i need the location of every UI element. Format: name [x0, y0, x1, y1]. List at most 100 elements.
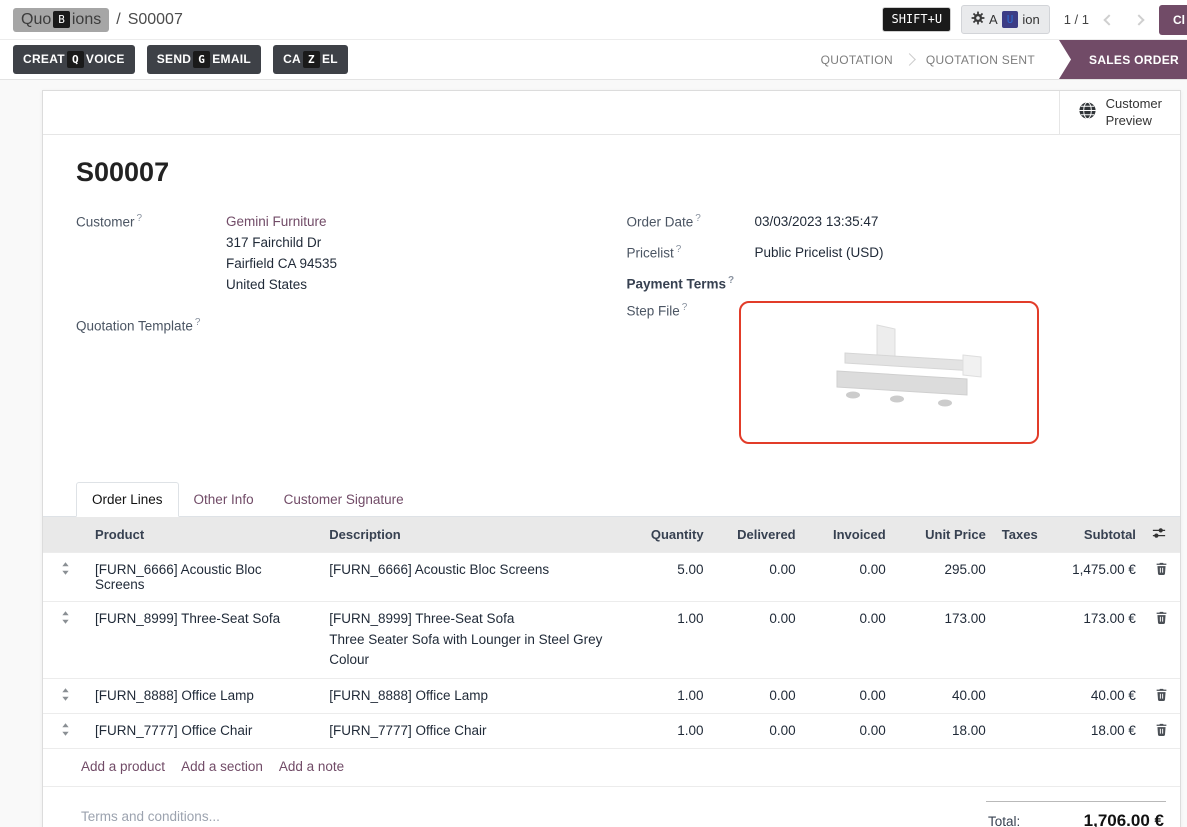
cell-quantity[interactable]: 1.00 [621, 679, 711, 714]
column-header-product[interactable]: Product [87, 517, 321, 553]
cancel-label-pre: CA [283, 52, 301, 66]
order-line-row[interactable]: [FURN_8888] Office Lamp [FURN_8888] Offi… [43, 679, 1180, 714]
cell-delivered[interactable]: 0.00 [712, 553, 804, 602]
customer-preview-line2: Preview [1106, 113, 1162, 129]
column-header-quantity[interactable]: Quantity [621, 517, 711, 553]
optional-columns-header [1144, 517, 1180, 553]
delete-row-icon[interactable] [1155, 562, 1168, 578]
cell-taxes[interactable] [994, 602, 1034, 679]
cell-invoiced[interactable]: 0.00 [804, 602, 894, 679]
pricelist-value[interactable]: Public Pricelist (USD) [755, 243, 1148, 264]
breadcrumb-parent-text-post: ions [72, 11, 101, 29]
tab-order-lines[interactable]: Order Lines [76, 482, 179, 517]
address-line: United States [226, 275, 597, 296]
cell-subtotal: 40.00 € [1034, 679, 1144, 714]
keyboard-hint-badge-z: Z [303, 51, 320, 68]
cell-unit-price[interactable]: 18.00 [894, 714, 994, 749]
breadcrumb-quotations-link[interactable]: Quo B ions [13, 8, 109, 32]
create-invoice-button[interactable]: CREAT Q VOICE [13, 45, 135, 74]
cell-unit-price[interactable]: 295.00 [894, 553, 994, 602]
cell-taxes[interactable] [994, 679, 1034, 714]
cancel-button[interactable]: CA Z EL [273, 45, 348, 74]
drag-handle-icon[interactable] [61, 562, 70, 578]
pager-next-button[interactable] [1129, 8, 1149, 32]
order-line-row[interactable]: [FURN_6666] Acoustic Bloc Screens [FURN_… [43, 553, 1180, 602]
add-a-product-link[interactable]: Add a product [81, 759, 165, 774]
statusbar-step-quotation[interactable]: QUOTATION [803, 40, 911, 79]
cell-taxes[interactable] [994, 553, 1034, 602]
order-line-row[interactable]: [FURN_8999] Three-Seat Sofa [FURN_8999] … [43, 602, 1180, 679]
delete-row-icon[interactable] [1155, 611, 1168, 627]
notebook-tabs: Order Lines Other Info Customer Signatur… [43, 482, 1180, 517]
customer-preview-button[interactable]: Customer Preview [1059, 91, 1180, 134]
cell-product[interactable]: [FURN_8999] Three-Seat Sofa [87, 602, 321, 679]
drag-handle-icon[interactable] [61, 723, 70, 739]
cell-product[interactable]: [FURN_6666] Acoustic Bloc Screens [87, 553, 321, 602]
drag-handle-icon[interactable] [61, 688, 70, 704]
cell-quantity[interactable]: 5.00 [621, 553, 711, 602]
cell-description[interactable]: [FURN_8999] Three-Seat Sofa Three Seater… [321, 602, 621, 679]
row-actions-cell [1144, 714, 1180, 749]
help-icon: ? [728, 275, 734, 286]
order-date-value[interactable]: 03/03/2023 13:35:47 [755, 212, 1148, 233]
column-header-taxes[interactable]: Taxes [994, 517, 1034, 553]
delete-row-icon[interactable] [1155, 723, 1168, 739]
cell-description[interactable]: [FURN_7777] Office Chair [321, 714, 621, 749]
step-file-image-highlighted[interactable] [739, 301, 1039, 444]
create-invoice-label-post: VOICE [86, 52, 125, 66]
drag-handle-icon[interactable] [61, 611, 70, 627]
total-label: Total: [988, 814, 1020, 827]
cell-description[interactable]: [FURN_6666] Acoustic Bloc Screens [321, 553, 621, 602]
cell-invoiced[interactable]: 0.00 [804, 553, 894, 602]
total-value: 1,706.00 € [1084, 811, 1164, 827]
field-row-quotation-template: Quotation Template? [76, 316, 597, 334]
row-handle-cell [43, 602, 87, 679]
cell-unit-price[interactable]: 173.00 [894, 602, 994, 679]
order-line-row[interactable]: [FURN_7777] Office Chair [FURN_7777] Off… [43, 714, 1180, 749]
row-actions-cell [1144, 553, 1180, 602]
field-row-pricelist: Pricelist? Public Pricelist (USD) [627, 243, 1148, 264]
cell-product[interactable]: [FURN_7777] Office Chair [87, 714, 321, 749]
cell-delivered[interactable]: 0.00 [712, 602, 804, 679]
cell-taxes[interactable] [994, 714, 1034, 749]
send-email-button[interactable]: SEND G EMAIL [147, 45, 261, 74]
cell-description[interactable]: [FURN_8888] Office Lamp [321, 679, 621, 714]
row-actions-cell [1144, 679, 1180, 714]
payment-terms-field[interactable] [755, 274, 1148, 292]
delete-row-icon[interactable] [1155, 688, 1168, 704]
column-header-invoiced[interactable]: Invoiced [804, 517, 894, 553]
cell-product[interactable]: [FURN_8888] Office Lamp [87, 679, 321, 714]
cell-unit-price[interactable]: 40.00 [894, 679, 994, 714]
field-groups: Customer? Gemini Furniture 317 Fairchild… [76, 212, 1147, 454]
column-header-description[interactable]: Description [321, 517, 621, 553]
column-header-unit-price[interactable]: Unit Price [894, 517, 994, 553]
optional-columns-toggle-icon[interactable] [1152, 526, 1166, 543]
quotation-template-field[interactable] [226, 316, 597, 334]
description-line1: [FURN_7777] Office Chair [329, 723, 613, 738]
close-button[interactable]: Cl [1159, 5, 1187, 35]
handle-column-header [43, 517, 87, 553]
tab-other-info[interactable]: Other Info [179, 483, 269, 516]
form-action-buttons: CREAT Q VOICE SEND G EMAIL CA Z EL [0, 40, 348, 79]
order-lines-table: Product Description Quantity Delivered I… [43, 517, 1180, 748]
cell-quantity[interactable]: 1.00 [621, 602, 711, 679]
cell-invoiced[interactable]: 0.00 [804, 714, 894, 749]
terms-and-conditions-input[interactable]: Terms and conditions... [81, 801, 220, 824]
add-a-section-link[interactable]: Add a section [181, 759, 263, 774]
globe-icon [1078, 101, 1097, 125]
statusbar-step-sales-order[interactable]: SALES ORDER [1059, 40, 1187, 79]
cell-quantity[interactable]: 1.00 [621, 714, 711, 749]
field-label-quotation-template: Quotation Template? [76, 316, 226, 334]
column-header-subtotal[interactable]: Subtotal [1034, 517, 1144, 553]
pager-previous-button[interactable] [1099, 8, 1119, 32]
action-menu-button[interactable]: A U ion [961, 5, 1050, 34]
column-header-delivered[interactable]: Delivered [712, 517, 804, 553]
cell-delivered[interactable]: 0.00 [712, 714, 804, 749]
add-a-note-link[interactable]: Add a note [279, 759, 344, 774]
cell-subtotal: 173.00 € [1034, 602, 1144, 679]
cell-delivered[interactable]: 0.00 [712, 679, 804, 714]
cell-invoiced[interactable]: 0.00 [804, 679, 894, 714]
tab-customer-signature[interactable]: Customer Signature [269, 483, 419, 516]
statusbar-step-quotation-sent[interactable]: QUOTATION SENT [908, 40, 1053, 79]
customer-link[interactable]: Gemini Furniture [226, 214, 327, 229]
